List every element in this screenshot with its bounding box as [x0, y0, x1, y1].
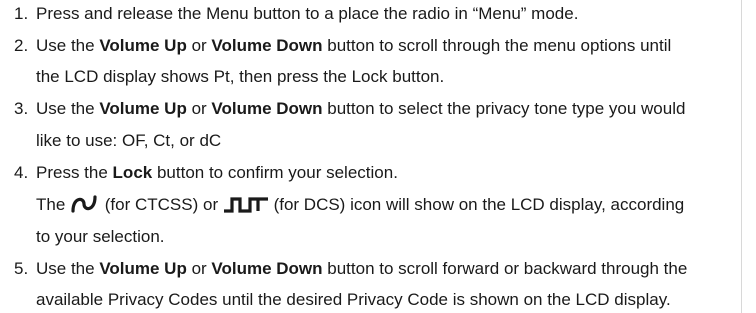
step-number: 2. [14, 36, 29, 55]
ctcss-wave-icon [71, 195, 97, 213]
step-text: Press the Lock button to confirm your se… [36, 163, 398, 182]
step-text: Use the Volume Up or Volume Down button … [36, 36, 672, 55]
step-number: 4. [14, 163, 29, 182]
step-text: Use the Volume Up or Volume Down button … [36, 259, 688, 278]
step-text: like to use: OF, Ct, or dC [36, 131, 222, 150]
step-number: 1. [14, 4, 29, 23]
dcs-square-wave-icon [223, 197, 268, 213]
step-text: available Privacy Codes until the desire… [36, 290, 671, 309]
step-number: 3. [14, 99, 29, 118]
step-text: the LCD display shows Pt, then press the… [36, 67, 445, 86]
instruction-list: 1. Press and release the Menu button to … [0, 0, 756, 313]
step-number: 5. [14, 259, 29, 278]
page-edge-divider [741, 0, 742, 313]
step-text: to your selection. [36, 227, 165, 246]
step-text: Use the Volume Up or Volume Down button … [36, 99, 686, 118]
step-text: The (for CTCSS) or (for DCS) icon will s… [36, 195, 685, 214]
step-text: Press and release the Menu button to a p… [36, 4, 579, 23]
